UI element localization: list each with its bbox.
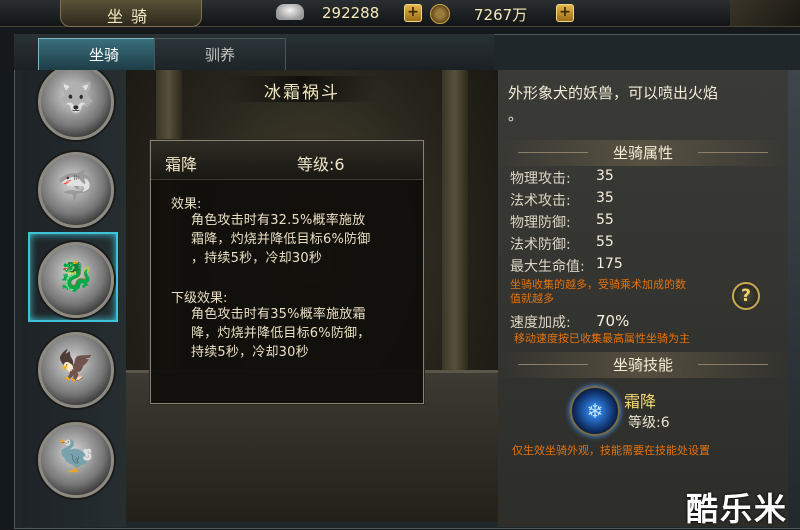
tooltip-header: 霜降 等级:6 [151,141,423,180]
help-button[interactable]: ? [732,282,760,310]
next-effect-line: 降，灼烧并降低目标6%防御， [191,326,371,341]
white-wolf-mount-icon: 🐺 [38,70,114,140]
stat-value: 55 [596,212,614,228]
effect-line: ，持续5秒，冷却30秒 [191,251,323,266]
stat-physical-defense: 物理防御: 55 [510,212,614,232]
stat-value: 35 [596,168,614,184]
frost-skill-icon[interactable]: ❄ [570,386,620,436]
page-title: 坐骑 [106,7,155,26]
stat-label: 法术攻击: [510,193,571,209]
add-gold-button[interactable]: + [556,4,574,22]
hp-note-line: 坐骑收集的越多，受骑乘术加成的数 [510,278,686,291]
effect-line: 霜降，灼烧并降低目标6%防御 [191,232,371,247]
tab-bar: 坐骑 驯养 [14,34,494,71]
stat-label: 物理攻击: [510,171,571,187]
attributes-header: 坐骑属性 [498,140,788,166]
gold-amount: 7267万 [474,6,528,24]
stat-label: 物理防御: [510,215,571,231]
corner-ornament [730,0,800,26]
next-effect-label: 下级效果: [171,291,228,306]
skill-tooltip: 霜降 等级:6 效果: 角色攻击时有32.5%概率施放 霜降，灼烧并降低目标6%… [150,140,424,404]
mount-list[interactable]: 🐺 🦈 🐉 🦅 🦤 [22,70,126,527]
ice-dragon-mount-icon: 🐉 [38,242,114,318]
hp-note: 坐骑收集的越多，受骑乘术加成的数 值就越多 [510,278,730,306]
effect-label: 效果: [171,197,202,212]
stat-label: 最大生命值: [510,259,585,275]
speed-note: 移动速度按已收集最高属性坐骑为主 [514,332,690,345]
silver-amount: 292288 [322,4,380,22]
side-scroll-strip [788,70,800,527]
tooltip-skill-level: 等级:6 [297,155,345,174]
skill-note: 仅生效坐骑外观，技能需要在技能处设置 [512,444,710,457]
stat-max-hp: 最大生命值: 175 [510,256,623,276]
description-line: 外形象犬的妖兽，可以喷出火焰 [508,84,719,102]
add-silver-button[interactable]: + [404,4,422,22]
white-eagle-mount-icon: 🦅 [38,332,114,408]
skills-header: 坐骑技能 [498,352,788,378]
watermark: 酷乐米 [686,490,789,528]
title-plate: 坐骑 [60,0,202,27]
hp-note-line: 值就越多 [510,292,554,305]
tooltip-skill-name: 霜降 [165,155,198,174]
stat-physical-attack: 物理攻击: 35 [510,168,614,188]
speed-bonus: 速度加成: 70% [510,312,629,332]
grey-beast-mount-icon: 🦈 [38,152,114,228]
mount-description: 外形象犬的妖兽，可以喷出火焰 。 [508,82,788,126]
stat-value: 55 [596,234,614,250]
info-panel: 外形象犬的妖兽，可以喷出火焰 。 坐骑属性 物理攻击: 35 法术攻击: 35 物理… [498,70,788,527]
tab-mount[interactable]: 坐骑 [38,38,170,71]
gold-coin-icon [430,4,450,24]
mount-slot-3-selected[interactable]: 🐉 [28,232,118,322]
mount-slot-2[interactable]: 🦈 [30,144,116,230]
mount-slot-4[interactable]: 🦅 [30,324,116,410]
effect-line: 角色攻击时有32.5%概率施放 [191,213,366,228]
stat-label: 法术防御: [510,237,571,253]
stat-value: 175 [596,256,623,272]
skill-level: 等级:6 [628,415,670,431]
pillar-right [442,70,468,410]
stat-magic-attack: 法术攻击: 35 [510,190,614,210]
next-effect-text: 角色攻击时有35%概率施放霜 降，灼烧并降低目标6%防御， 持续5秒，冷却30秒 [191,305,411,362]
mount-slot-1[interactable]: 🐺 [30,70,116,142]
next-effect-line: 角色攻击时有35%概率施放霜 [191,307,366,322]
mount-name: 冰霜祸斗 [264,83,340,103]
effect-text: 角色攻击时有32.5%概率施放 霜降，灼烧并降低目标6%防御 ，持续5秒，冷却3… [191,211,411,268]
skill-name: 霜降 [624,392,657,411]
speed-value: 70% [596,312,630,330]
speed-label: 速度加成: [510,315,571,331]
stat-magic-defense: 法术防御: 55 [510,234,614,254]
next-effect-line: 持续5秒，冷却30秒 [191,345,309,360]
top-bar: 坐骑 292288 + 7267万 + [0,0,800,27]
silver-ingot-icon [276,4,304,20]
mount-slot-5[interactable]: 🦤 [30,414,116,500]
tab-taming[interactable]: 驯养 [154,38,286,71]
silver-griffin-mount-icon: 🦤 [38,422,114,498]
stat-value: 35 [596,190,614,206]
description-line: 。 [508,106,524,124]
